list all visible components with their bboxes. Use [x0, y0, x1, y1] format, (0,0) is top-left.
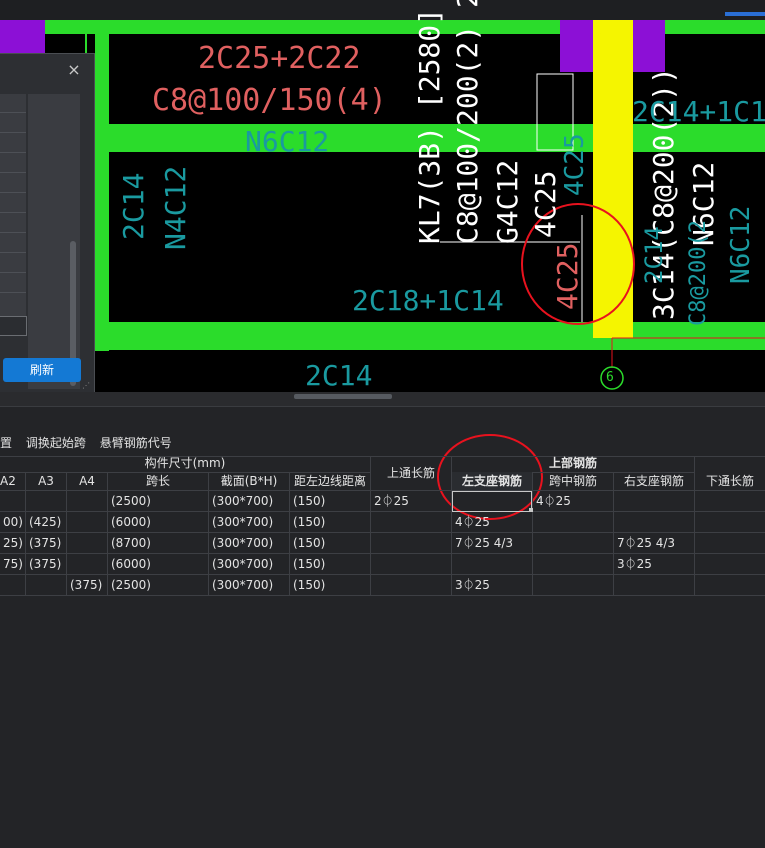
table-cell[interactable]: (8700): [111, 533, 208, 553]
table-cell[interactable]: 00): [3, 512, 25, 532]
table-cell[interactable]: (2500): [111, 491, 208, 511]
table-cell[interactable]: (300*700): [212, 512, 289, 532]
col-header-a4[interactable]: A4: [67, 472, 107, 490]
table-cell[interactable]: (300*700): [212, 554, 289, 574]
table-toolbar: 置 调换起始跨 悬臂钢筋代号: [0, 434, 182, 452]
table-cell[interactable]: 7⏀25 4/3: [455, 533, 532, 553]
col-header-left-support[interactable]: 左支座钢筋: [452, 472, 532, 490]
table-cell[interactable]: 3⏀25: [455, 575, 532, 595]
selected-cell[interactable]: [452, 491, 532, 512]
col-header-right-support[interactable]: 右支座钢筋: [614, 472, 694, 490]
table-cell[interactable]: (375): [29, 533, 66, 553]
table-cell[interactable]: (300*700): [212, 491, 289, 511]
toolbar-item-cantilever-code[interactable]: 悬臂钢筋代号: [100, 436, 172, 450]
rebar-table[interactable]: 构件尺寸(mm) 上部钢筋 A2 A3 A4 跨长 截面(B*H) 距左边线距离…: [0, 456, 765, 596]
toolbar-item-position[interactable]: 置: [0, 436, 12, 450]
table-cell[interactable]: (6000): [111, 512, 208, 532]
table-cell[interactable]: (300*700): [212, 575, 289, 595]
col-header-a2[interactable]: A2: [0, 472, 25, 490]
col-header-bottom-continuous[interactable]: 下通长筋: [695, 472, 765, 490]
toolbar-item-swap-start-span[interactable]: 调换起始跨: [26, 436, 86, 450]
table-cell[interactable]: (375): [70, 575, 107, 595]
col-header-section[interactable]: 截面(B*H): [209, 472, 289, 490]
table-cell[interactable]: (425): [29, 512, 66, 532]
table-cell[interactable]: 75): [3, 554, 25, 574]
table-cell[interactable]: (150): [293, 491, 370, 511]
horizontal-scrollbar[interactable]: [0, 392, 765, 406]
table-cell[interactable]: (150): [293, 575, 370, 595]
table-cell[interactable]: (150): [293, 533, 370, 553]
col-header-mid-span[interactable]: 跨中钢筋: [533, 472, 613, 490]
table-cell[interactable]: (375): [29, 554, 66, 574]
col-header-a3[interactable]: A3: [26, 472, 66, 490]
header-group-dims: 构件尺寸(mm): [144, 456, 226, 470]
annotation-overlay: [437, 434, 543, 520]
scroll-thumb[interactable]: [294, 394, 392, 399]
table-cell[interactable]: (2500): [111, 575, 208, 595]
table-cell[interactable]: 7⏀25 4/3: [617, 533, 694, 553]
col-header-top-continuous[interactable]: 上通长筋: [371, 456, 451, 490]
table-cell[interactable]: 2⏀25: [374, 491, 451, 511]
table-cell[interactable]: (150): [293, 554, 370, 574]
header-group-top-rebar: 上部钢筋: [548, 456, 597, 470]
table-cell[interactable]: 4⏀25: [536, 491, 613, 511]
table-cell[interactable]: 25): [3, 533, 25, 553]
col-header-span-length[interactable]: 跨长: [108, 472, 208, 490]
table-cell[interactable]: 3⏀25: [617, 554, 694, 574]
col-header-left-edge-distance[interactable]: 距左边线距离: [290, 472, 370, 490]
table-cell[interactable]: (6000): [111, 554, 208, 574]
table-cell[interactable]: (300*700): [212, 533, 289, 553]
table-cell[interactable]: 4⏀25: [455, 512, 532, 532]
table-cell[interactable]: (150): [293, 512, 370, 532]
